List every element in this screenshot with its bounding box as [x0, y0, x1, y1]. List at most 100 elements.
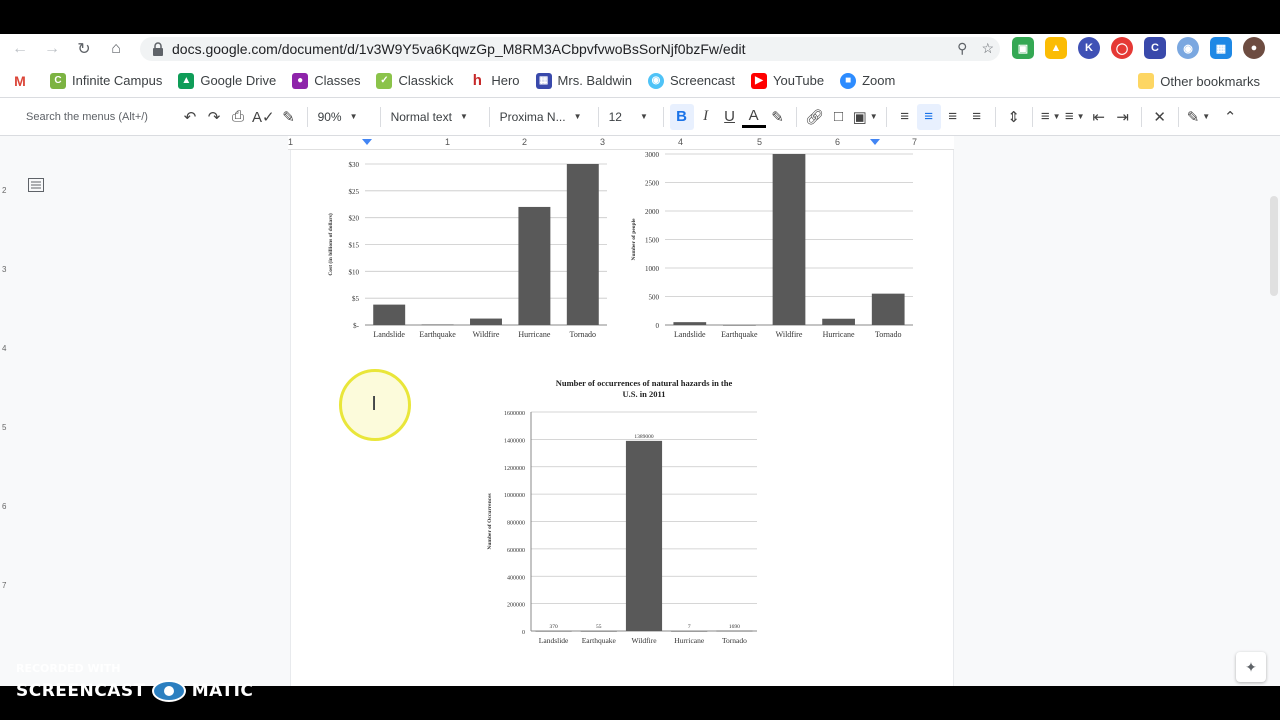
drive-extension-icon[interactable]: ▲: [1045, 37, 1067, 59]
line-spacing-icon[interactable]: ⇕: [1002, 104, 1026, 130]
category-label: Landslide: [674, 330, 706, 339]
bold-icon[interactable]: B: [669, 103, 694, 130]
bookmark-screencast[interactable]: ◉ Screencast: [640, 67, 743, 95]
y-tick-label: 1600000: [504, 411, 525, 417]
other-bookmarks[interactable]: Other bookmarks: [1130, 67, 1268, 95]
data-label: 7: [688, 624, 691, 630]
bar: [822, 318, 855, 325]
ruler-mark: 7: [912, 137, 918, 147]
paint-format-icon[interactable]: ✎: [277, 104, 301, 130]
classroom-extension-icon[interactable]: ▣: [1012, 37, 1034, 59]
bar: [871, 293, 905, 325]
classkick-icon: ✓: [376, 72, 393, 89]
collapse-toolbar-icon[interactable]: ⌃: [1218, 104, 1242, 130]
bookmark-classes[interactable]: ● Classes: [284, 67, 368, 95]
comment-icon[interactable]: □: [827, 104, 851, 130]
zoom-icon[interactable]: ⚲: [957, 40, 967, 57]
bookmark-mrs-baldwin[interactable]: ▦ Mrs. Baldwin: [528, 67, 640, 95]
explore-icon[interactable]: ✦: [1236, 652, 1266, 682]
document-canvas[interactable]: 1 1 2 3 4 5 6 7 2 3 4 5 6 7 $- $5 $10 $15 $20 $25 $30 Lands…: [0, 136, 1280, 686]
y-tick-label: 500: [649, 294, 660, 302]
image-icon[interactable]: ▣ ▼: [851, 104, 880, 130]
bar: [671, 630, 708, 632]
data-label: 1690: [729, 624, 740, 630]
editing-mode-icon[interactable]: ✎ ▼: [1185, 104, 1213, 130]
link-icon[interactable]: 🔗︎: [803, 104, 827, 130]
underline-icon[interactable]: U: [718, 104, 742, 130]
y-axis-title: Number of people: [631, 218, 637, 261]
left-indent-marker[interactable]: [362, 139, 372, 145]
vruler-mark: 6: [2, 502, 7, 511]
redo-icon[interactable]: ↷: [202, 104, 226, 130]
horizontal-ruler[interactable]: 1 1 2 3 4 5 6 7: [288, 136, 954, 150]
bookmark-label: Zoom: [862, 73, 896, 88]
document-outline-icon[interactable]: [28, 178, 44, 192]
c-extension-icon[interactable]: C: [1144, 37, 1166, 59]
forward-icon[interactable]: →: [36, 34, 68, 64]
menu-search-input[interactable]: Search the menus (Alt+/): [18, 103, 178, 130]
font-size-select[interactable]: 12 ▼: [605, 104, 657, 130]
y-tick-label: $-: [353, 322, 360, 330]
profile-avatar[interactable]: ●: [1243, 37, 1265, 59]
bookmark-google-drive[interactable]: ▲ Google Drive: [170, 67, 284, 95]
more-menu-icon[interactable]: ⋮: [1276, 37, 1280, 59]
reload-icon[interactable]: ↻: [68, 34, 100, 64]
right-indent-marker[interactable]: [870, 139, 880, 145]
gmail-icon: M: [12, 72, 28, 89]
highlight-icon[interactable]: ✎: [766, 104, 790, 130]
y-tick-label: 1200000: [504, 466, 525, 472]
bookmark-classkick[interactable]: ✓ Classkick: [368, 67, 461, 95]
y-tick-label: $10: [349, 268, 360, 276]
star-icon[interactable]: ☆: [981, 40, 994, 57]
italic-icon[interactable]: I: [694, 104, 718, 130]
ruler-mark: 1: [288, 137, 294, 147]
k-extension-icon[interactable]: K: [1078, 37, 1100, 59]
align-left-icon[interactable]: ≡: [893, 104, 917, 130]
bar: [723, 325, 756, 326]
y-tick-label: 1400000: [504, 438, 525, 444]
bookmark-infinite-campus[interactable]: C Infinite Campus: [42, 67, 170, 95]
text-cursor-icon: I: [371, 393, 377, 415]
style-value: Normal text: [390, 109, 452, 124]
back-icon[interactable]: ←: [4, 34, 36, 64]
font-select[interactable]: Proxima N... ▼: [496, 104, 592, 130]
bookmark-label: Hero: [491, 73, 520, 88]
text-color-icon[interactable]: A: [741, 106, 766, 128]
omnibox[interactable]: docs.google.com/document/d/1v3W9Y5va6Kqw…: [140, 37, 1000, 61]
style-select[interactable]: Normal text ▼: [387, 104, 483, 130]
blue-extension-icon[interactable]: ◉: [1177, 37, 1199, 59]
bookmark-hero[interactable]: h Hero: [461, 67, 527, 95]
zoom-select[interactable]: 90% ▼: [314, 104, 374, 130]
bar: [373, 304, 406, 325]
category-label: Hurricane: [674, 636, 705, 645]
bookmark-label: Google Drive: [200, 73, 277, 88]
vruler-mark: 3: [2, 265, 7, 274]
chevron-down-icon: ▼: [349, 112, 358, 121]
category-label: Landslide: [373, 330, 405, 339]
vruler-mark: 7: [2, 581, 7, 590]
justify-icon[interactable]: ≡: [965, 104, 989, 130]
bookmark-youtube[interactable]: ▶ YouTube: [743, 67, 832, 95]
bookmark-gmail[interactable]: M: [0, 67, 42, 95]
grid-extension-icon[interactable]: ▦: [1210, 37, 1232, 59]
category-label: Earthquake: [721, 330, 758, 339]
bulleted-list-icon[interactable]: ≡ ▼: [1063, 104, 1087, 130]
bookmark-zoom[interactable]: ■ Zoom: [832, 67, 903, 95]
category-label: Tornado: [875, 330, 902, 339]
decrease-indent-icon[interactable]: ⇤: [1087, 104, 1111, 130]
red-extension-icon[interactable]: ◯: [1111, 37, 1133, 59]
undo-icon[interactable]: ↶: [178, 104, 202, 130]
home-icon[interactable]: ⌂: [100, 34, 132, 64]
y-tick-label: 400000: [507, 575, 525, 581]
bookmark-label: Screencast: [669, 73, 736, 88]
data-label: 55: [596, 624, 602, 630]
align-right-icon[interactable]: ≡: [941, 104, 965, 130]
increase-indent-icon[interactable]: ⇥: [1111, 104, 1135, 130]
spellcheck-icon[interactable]: A✓: [250, 104, 277, 130]
align-center-icon[interactable]: ≡: [916, 103, 941, 130]
screen: ← → ↻ ⌂ docs.google.com/document/d/1v3W9…: [0, 0, 1280, 720]
print-icon[interactable]: ⎙: [226, 104, 250, 130]
numbered-list-icon[interactable]: ≡ ▼: [1039, 104, 1063, 130]
clear-formatting-icon[interactable]: ✕: [1148, 104, 1172, 130]
scrollbar[interactable]: [1270, 196, 1278, 296]
